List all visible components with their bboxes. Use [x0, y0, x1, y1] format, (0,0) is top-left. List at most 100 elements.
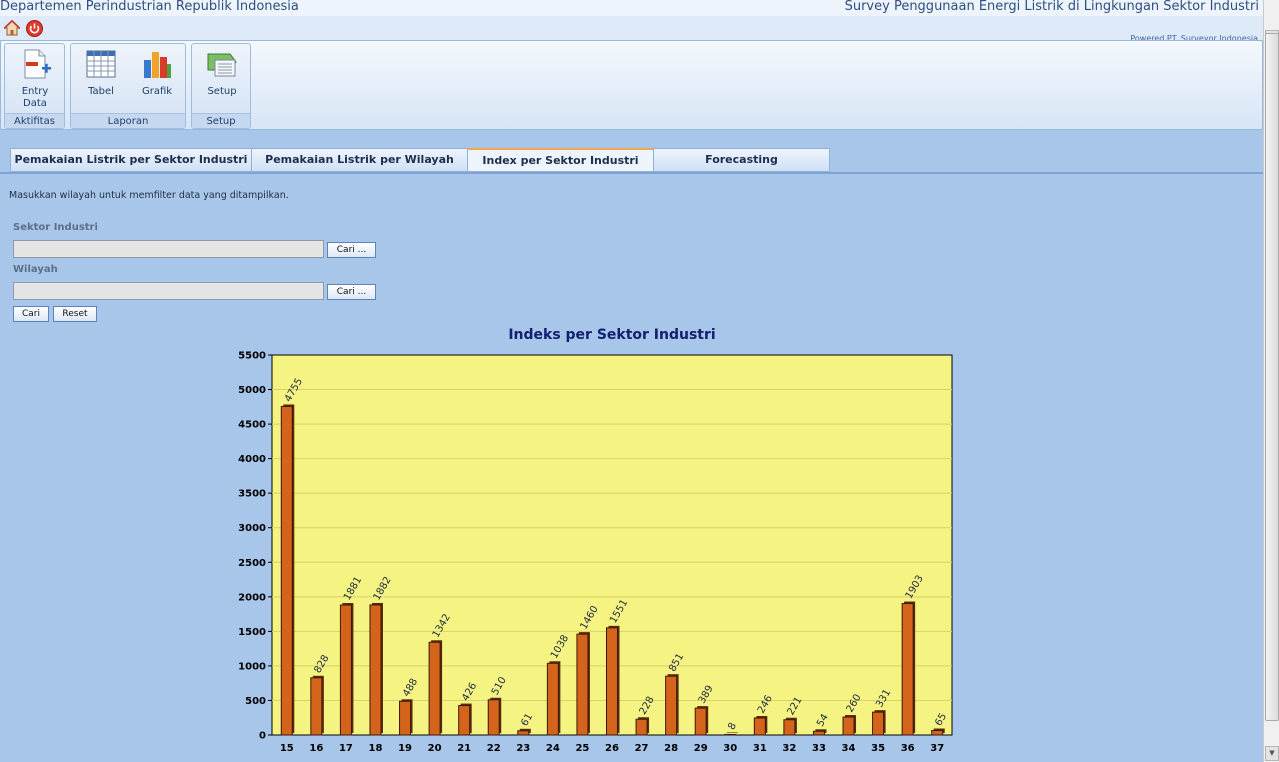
x-tick-label: 25: [575, 743, 589, 754]
x-tick-label: 17: [339, 743, 353, 754]
reset-button[interactable]: Reset: [53, 306, 97, 322]
bar: [783, 719, 796, 736]
x-tick-label: 27: [635, 743, 649, 754]
setup-icon: [206, 48, 238, 80]
x-tick-label: 22: [487, 743, 501, 754]
app-subtitle: Survey Penggunaan Energi Listrik di Ling…: [844, 0, 1259, 14]
x-tick-label: 26: [605, 743, 619, 754]
entry-data-label: Entry Data: [21, 86, 49, 109]
tabel-label: Tabel: [88, 86, 114, 97]
ribbon-group-label: Aktifitas: [5, 113, 64, 128]
bar: [576, 633, 589, 736]
ribbon-group-aktifitas: Entry Data Aktifitas: [4, 43, 65, 129]
bar: [753, 717, 766, 736]
title-bar: Departemen Perindustrian Republik Indone…: [0, 0, 1263, 16]
x-tick-label: 33: [812, 743, 826, 754]
bar: [931, 730, 944, 736]
ribbon-group-laporan: Tabel Grafik Laporan: [70, 43, 186, 129]
bar: [901, 603, 914, 736]
tab-pemakaian-per-sektor[interactable]: Pemakaian Listrik per Sektor Industri: [10, 148, 252, 172]
bar: [872, 711, 885, 736]
setup-label: Setup: [207, 86, 237, 97]
bar-shadow: [726, 732, 738, 733]
x-tick-label: 35: [871, 743, 885, 754]
tab-pemakaian-per-wilayah[interactable]: Pemakaian Listrik per Wilayah: [251, 148, 468, 172]
wilayah-label: Wilayah: [13, 264, 58, 275]
y-tick-label: 4000: [238, 454, 266, 465]
power-icon[interactable]: [25, 19, 43, 37]
y-tick-label: 1000: [238, 661, 266, 672]
bar: [812, 730, 825, 736]
ribbon-toolbar: Entry Data Aktifitas Tabel Grafik Lapora…: [0, 40, 1263, 130]
y-tick-label: 3500: [238, 489, 266, 500]
x-tick-label: 20: [428, 743, 442, 754]
x-tick-label: 21: [457, 743, 471, 754]
tab-forecasting[interactable]: Forecasting: [653, 148, 830, 172]
ribbon-group-label: Setup: [192, 113, 250, 128]
wilayah-input[interactable]: [13, 282, 324, 300]
app-title: Departemen Perindustrian Republik Indone…: [0, 0, 299, 14]
tab-bar: Pemakaian Listrik per Sektor Industri Pe…: [0, 144, 1263, 174]
y-tick-label: 2500: [238, 558, 266, 569]
grafik-label: Grafik: [141, 86, 173, 97]
vertical-scrollbar[interactable]: ▲ ▼: [1263, 0, 1279, 762]
x-tick-label: 16: [309, 743, 323, 754]
filter-instructions: Masukkan wilayah untuk memfilter data ya…: [9, 190, 289, 201]
quick-access-bar: Powered PT. Surveyor Indonesia: [0, 16, 1263, 43]
sektor-search-button[interactable]: Cari ...: [327, 242, 376, 258]
bar: [310, 677, 323, 736]
bar: [369, 604, 382, 736]
bar: [724, 733, 737, 736]
bar-chart: 0 500 1000 1500 2000 2500 3000 3500 4000 4500 5000…: [238, 351, 953, 754]
table-icon: [85, 48, 117, 80]
x-tick-label: 19: [398, 743, 412, 754]
x-tick-label: 30: [723, 743, 737, 754]
ribbon-group-setup: Setup Setup: [191, 43, 251, 129]
sektor-industri-label: Sektor Industri: [13, 222, 98, 233]
cari-button[interactable]: Cari: [13, 306, 49, 322]
grafik-button[interactable]: Grafik: [135, 48, 179, 98]
y-tick-label: 2000: [238, 592, 266, 603]
entry-data-icon: [19, 48, 51, 80]
x-tick-label: 31: [753, 743, 767, 754]
y-tick-label: 0: [259, 731, 266, 742]
setup-button[interactable]: Setup: [200, 48, 244, 98]
bar: [606, 627, 618, 736]
y-tick-label: 5000: [238, 385, 266, 396]
x-tick-label: 37: [930, 743, 944, 754]
y-tick-label: 1500: [238, 627, 266, 638]
bar: [694, 707, 707, 736]
bar: [458, 705, 471, 736]
y-tick-label: 5500: [238, 351, 266, 362]
tab-index-per-sektor[interactable]: Index per Sektor Industri: [467, 148, 654, 172]
bar: [339, 604, 352, 736]
x-tick-label: 32: [782, 743, 796, 754]
x-tick-label: 36: [901, 743, 915, 754]
bar: [546, 662, 559, 736]
bar-chart-icon: [141, 48, 173, 80]
x-tick-label: 23: [516, 743, 530, 754]
x-tick-label: 28: [664, 743, 678, 754]
wilayah-search-button[interactable]: Cari ...: [327, 284, 376, 300]
bar: [487, 699, 500, 736]
bar: [399, 700, 412, 736]
ribbon-group-label: Laporan: [71, 113, 185, 128]
bar: [842, 716, 855, 736]
bar: [517, 730, 530, 736]
x-tick-label: 24: [546, 743, 560, 754]
x-tick-label: 18: [369, 743, 383, 754]
tabel-button[interactable]: Tabel: [79, 48, 123, 98]
bar: [665, 675, 678, 736]
y-tick-label: 3000: [238, 523, 266, 534]
home-icon[interactable]: [3, 19, 21, 37]
bar: [280, 405, 293, 736]
chart-title: Indeks per Sektor Industri: [508, 327, 716, 343]
scroll-down-button[interactable]: ▼: [1265, 746, 1279, 761]
x-tick-label: 34: [842, 743, 856, 754]
x-tick-label: 15: [280, 743, 294, 754]
scroll-thumb[interactable]: [1265, 33, 1279, 721]
x-tick-label: 29: [694, 743, 708, 754]
sektor-industri-input[interactable]: [13, 240, 324, 258]
entry-data-button[interactable]: Entry Data: [13, 48, 57, 110]
y-tick-label: 500: [245, 696, 266, 707]
